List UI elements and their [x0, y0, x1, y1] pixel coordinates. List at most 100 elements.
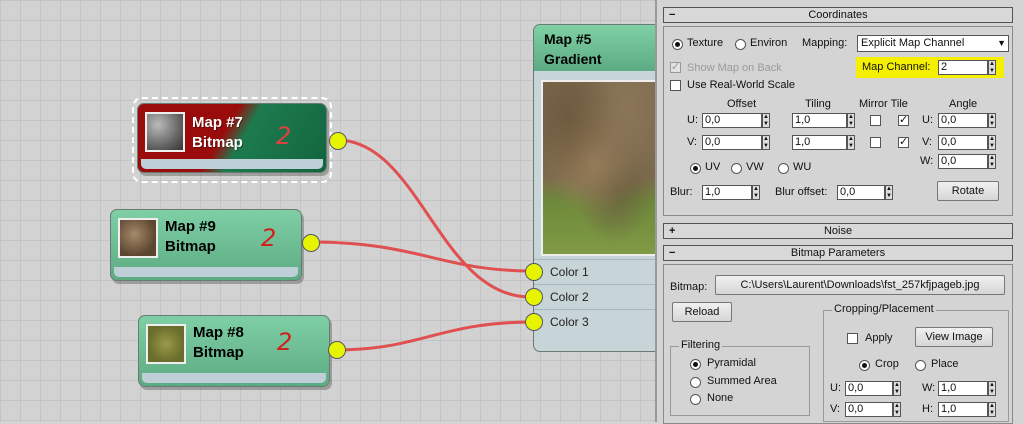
map-channel-label: Map Channel: [862, 61, 931, 73]
spinner-arrows-icon[interactable]: ▲ ▼ [752, 185, 760, 200]
crop-w-value: 1,0 [941, 382, 957, 394]
real-world-scale-checkbox[interactable] [670, 80, 681, 91]
spinner-arrows-icon[interactable]: ▲ ▼ [762, 135, 770, 150]
spinner-arrows-icon[interactable]: ▲ ▼ [988, 402, 996, 417]
port-color-1[interactable]: Color 1 [534, 259, 655, 285]
blur-offset-label: Blur offset: [775, 186, 828, 198]
node-map5-gradient[interactable]: Map #5 Gradient Color 1 Color 2 Color 3 [533, 24, 655, 352]
tiling-header: Tiling [805, 98, 831, 110]
offset-v-label: V: [687, 136, 697, 148]
offset-u-spinner[interactable]: 0,0 ▲ ▼ [702, 113, 770, 128]
spinner-arrows-icon[interactable]: ▲ ▼ [847, 135, 855, 150]
rollout-title: Bitmap Parameters [790, 247, 886, 259]
node-thumbnail-rock [118, 218, 158, 258]
node-footer [114, 267, 298, 277]
port-color-3-socket[interactable] [525, 313, 543, 331]
crop-u-spinner[interactable]: 0,0 ▲ ▼ [845, 381, 901, 396]
mapping-dropdown[interactable]: Explicit Map Channel ▼ [857, 35, 1009, 52]
place-radio[interactable] [915, 360, 926, 371]
node-map7[interactable]: Map #7 Bitmap 2 [137, 103, 327, 173]
crop-v-spinner[interactable]: 0,0 ▲ ▼ [845, 402, 901, 417]
tiling-v-spinner[interactable]: 1,0 ▲ ▼ [792, 135, 855, 150]
reload-button[interactable]: Reload [672, 302, 732, 322]
node-footer [141, 159, 323, 169]
angle-w-label: W: [920, 155, 934, 167]
crop-radio[interactable] [859, 360, 870, 371]
bitmap-path-button[interactable]: C:\Users\Laurent\Downloads\fst_257kfjpag… [715, 275, 1005, 295]
map-channel-spinner[interactable]: 2 ▲ ▼ [938, 60, 996, 75]
wire-map8-color3[interactable] [335, 320, 534, 352]
crop-h-label: H: [922, 403, 933, 415]
spinner-arrows-icon[interactable]: ▲ ▼ [893, 381, 901, 396]
summed-area-radio[interactable] [690, 377, 701, 388]
spinner-arrows-icon[interactable]: ▲ ▼ [885, 185, 893, 200]
view-image-button[interactable]: View Image [915, 327, 993, 347]
environ-radio[interactable] [735, 39, 746, 50]
bitmap-label: Bitmap: [670, 281, 708, 293]
crop-u-label: U: [830, 382, 841, 394]
blur-offset-spinner[interactable]: 0,0 ▲ ▼ [837, 185, 893, 200]
none-radio[interactable] [690, 394, 701, 405]
apply-checkbox[interactable] [847, 333, 858, 344]
wire-map7-color2[interactable] [336, 138, 534, 299]
spinner-arrows-icon[interactable]: ▲ ▼ [988, 381, 996, 396]
blur-spinner[interactable]: 1,0 ▲ ▼ [702, 185, 760, 200]
offset-v-value: 0,0 [705, 136, 721, 148]
material-editor-canvas[interactable]: Map #7 Bitmap 2 Map #9 Bitmap 2 Map #8 B… [0, 0, 655, 422]
tiling-v-value: 1,0 [795, 136, 811, 148]
crop-h-spinner[interactable]: 1,0 ▲ ▼ [938, 402, 996, 417]
spinner-arrows-icon[interactable]: ▲ ▼ [762, 113, 770, 128]
node-map8[interactable]: Map #8 Bitmap 2 [138, 315, 330, 387]
port-color-3[interactable]: Color 3 [534, 309, 655, 335]
wire-map9-color1[interactable] [309, 240, 534, 273]
spinner-arrows-icon[interactable]: ▲ ▼ [893, 402, 901, 417]
wu-radio[interactable] [778, 163, 789, 174]
angle-v-spinner[interactable]: 0,0 ▲ ▼ [938, 135, 996, 150]
angle-u-spinner[interactable]: 0,0 ▲ ▼ [938, 113, 996, 128]
crop-w-spinner[interactable]: 1,0 ▲ ▼ [938, 381, 996, 396]
spinner-arrows-icon[interactable]: ▲ ▼ [988, 113, 996, 128]
node-map9[interactable]: Map #9 Bitmap 2 [110, 209, 302, 281]
spinner-arrows-icon[interactable]: ▲ ▼ [988, 60, 996, 75]
rollout-title: Coordinates [808, 9, 868, 21]
crop-w-label: W: [922, 382, 936, 394]
node-title: Map #9 [165, 218, 216, 235]
node-map7-output-socket[interactable] [329, 132, 347, 150]
angle-v-value: 0,0 [941, 136, 957, 148]
uv-label: UV [705, 161, 721, 173]
node-map8-output-socket[interactable] [328, 341, 346, 359]
tile-u-checkbox[interactable]: ✓ [898, 115, 909, 126]
node-type: Bitmap [165, 238, 216, 255]
cropping-placement-label: Cropping/Placement [832, 303, 936, 315]
port-color-2[interactable]: Color 2 [534, 284, 655, 310]
angle-w-value: 0,0 [941, 155, 957, 167]
properties-panel: − Coordinates Texture Environ Mapping: E… [655, 0, 1024, 424]
texture-radio[interactable] [672, 39, 683, 50]
spinner-arrows-icon[interactable]: ▲ ▼ [847, 113, 855, 128]
uv-radio[interactable] [690, 163, 701, 174]
tile-v-checkbox[interactable]: ✓ [898, 137, 909, 148]
pyramidal-radio[interactable] [690, 359, 701, 370]
vw-radio[interactable] [731, 163, 742, 174]
mirror-v-checkbox[interactable] [870, 137, 881, 148]
filtering-label: Filtering [679, 339, 723, 351]
rollout-bitmap-parameters-header[interactable]: − Bitmap Parameters [663, 245, 1013, 261]
port-color-1-socket[interactable] [525, 263, 543, 281]
rollout-coordinates-header[interactable]: − Coordinates [663, 7, 1013, 23]
rollout-noise-header[interactable]: + Noise [663, 223, 1013, 239]
minus-icon: − [669, 247, 676, 259]
port-color-2-socket[interactable] [525, 288, 543, 306]
offset-v-spinner[interactable]: 0,0 ▲ ▼ [702, 135, 770, 150]
spinner-arrows-icon[interactable]: ▲ ▼ [988, 154, 996, 169]
blur-label: Blur: [670, 186, 693, 198]
rotate-button[interactable]: Rotate [937, 181, 999, 201]
tiling-u-spinner[interactable]: 1,0 ▲ ▼ [792, 113, 855, 128]
node-map9-output-socket[interactable] [302, 234, 320, 252]
handwritten-note: 2 [276, 122, 292, 150]
mirror-u-checkbox[interactable] [870, 115, 881, 126]
angle-w-spinner[interactable]: 0,0 ▲ ▼ [938, 154, 996, 169]
mirror-tile-header: Mirror Tile [859, 98, 908, 110]
handwritten-note: 2 [261, 224, 277, 252]
spinner-arrows-icon[interactable]: ▲ ▼ [988, 135, 996, 150]
show-map-on-back-checkbox[interactable]: ✓ [670, 62, 681, 73]
